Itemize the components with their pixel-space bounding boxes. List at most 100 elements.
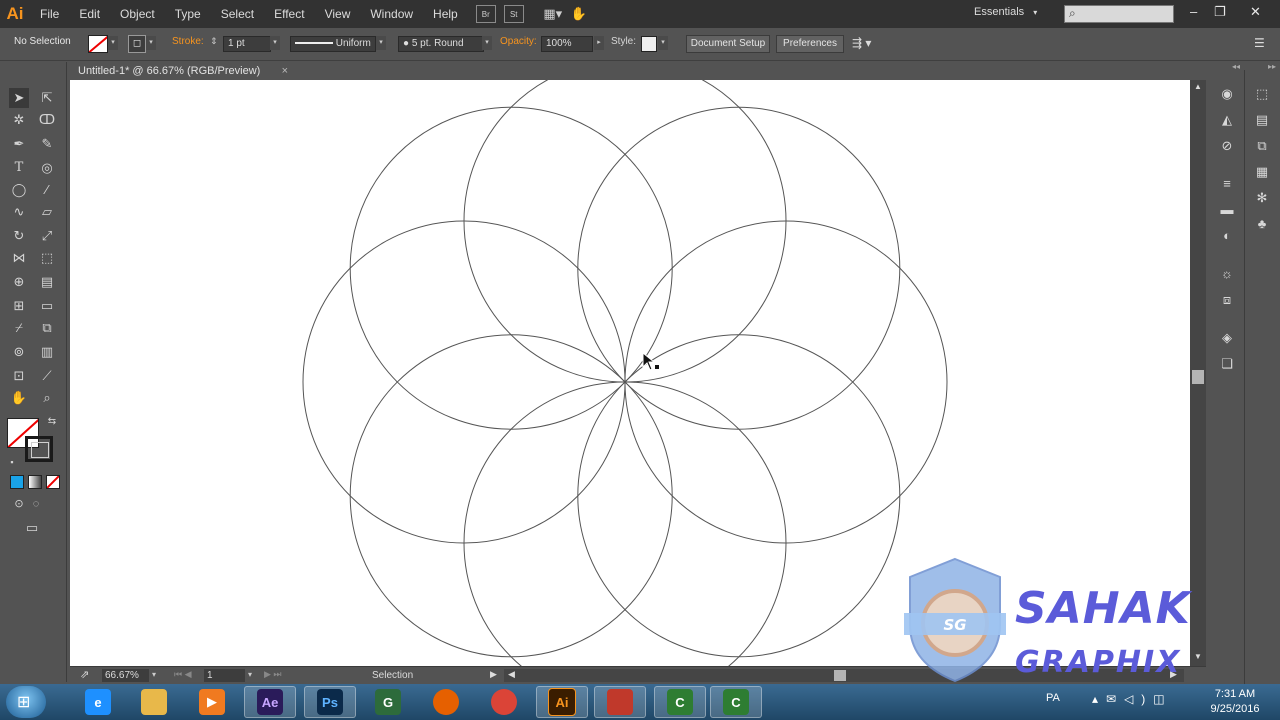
brush-dropdown[interactable]: ▾ xyxy=(482,36,492,50)
gradient-mode-button[interactable] xyxy=(28,475,42,489)
gradient-panel-icon[interactable]: ▬ xyxy=(1217,200,1237,220)
zoom-dropdown-icon[interactable]: ▾ xyxy=(152,670,156,679)
mesh-tool-icon[interactable]: ⊞ xyxy=(9,296,29,316)
start-button[interactable]: ⊞ xyxy=(6,686,46,718)
gradient-tool-icon[interactable]: ▭ xyxy=(37,296,57,316)
stroke-weight-dropdown[interactable]: ▾ xyxy=(270,36,280,50)
taskbar-file-explorer[interactable] xyxy=(128,686,180,718)
taskbar-illustrator[interactable]: Ai xyxy=(536,686,588,718)
arrange-documents-icon[interactable]: ▦▾ xyxy=(543,6,562,22)
spiral-tool-icon[interactable]: ◎ xyxy=(37,158,57,178)
taskbar-media-player[interactable]: ▶ xyxy=(186,686,238,718)
taskbar-camtasia-studio-1[interactable]: C xyxy=(654,686,706,718)
export-icon[interactable]: ⇗ xyxy=(80,668,89,681)
panel-menu-icon[interactable]: ☰ xyxy=(1254,36,1265,52)
artboard-dropdown-icon[interactable]: ▾ xyxy=(248,670,252,679)
screen-mode-icon[interactable]: ▭ xyxy=(22,518,42,538)
pen-tool-icon[interactable]: ✒ xyxy=(9,134,29,154)
layers-panel-icon[interactable]: ◈ xyxy=(1217,328,1237,348)
color-panel-icon[interactable]: ◉ xyxy=(1217,84,1237,104)
status-menu-arrow-icon[interactable]: ▶ xyxy=(490,669,497,680)
last-artboard-icon[interactable]: ▶ ⏭ xyxy=(264,669,282,680)
color-guide-icon[interactable]: ◭ xyxy=(1217,110,1237,130)
taskbar-chrome[interactable] xyxy=(478,686,530,718)
scale-tool-icon[interactable]: ⤢ xyxy=(37,226,57,246)
opacity-label[interactable]: Opacity: xyxy=(500,36,537,52)
fill-swatch[interactable] xyxy=(88,35,108,53)
menu-window[interactable]: Window xyxy=(360,7,423,21)
first-artboard-icon[interactable]: ⏮ ◀ xyxy=(174,669,192,680)
taskbar-internet-explorer[interactable]: e xyxy=(72,686,124,718)
brush-definition[interactable]: ● 5 pt. Round xyxy=(398,36,484,52)
stroke-weight-field[interactable]: 1 pt xyxy=(223,36,271,52)
circle-rosette-artwork[interactable] xyxy=(70,80,1190,666)
column-graph-tool-icon[interactable]: ▥ xyxy=(37,342,57,362)
ellipse-tool-icon[interactable]: ◯ xyxy=(9,180,29,200)
taskbar-camtasia-studio-2[interactable]: C xyxy=(710,686,762,718)
menu-object[interactable]: Object xyxy=(110,7,165,21)
curvature-tool-icon[interactable]: ✎ xyxy=(37,134,57,154)
stroke-swatch[interactable]: ◻ xyxy=(128,35,146,53)
style-dropdown[interactable]: ▾ xyxy=(658,36,668,50)
document-tab[interactable]: Untitled-1* @ 66.67% (RGB/Preview) × xyxy=(70,62,296,82)
slice-tool-icon[interactable]: ⟋ xyxy=(37,366,57,386)
graphic-styles-icon[interactable]: ⧈ xyxy=(1217,290,1237,310)
eyedropper-tool-icon[interactable]: ⌿ xyxy=(9,318,29,338)
artboard-canvas[interactable] xyxy=(70,80,1190,666)
live-paint-tool-icon[interactable]: ▤ xyxy=(37,272,57,292)
rosette-circle-5[interactable] xyxy=(302,220,626,544)
transparency-panel-icon[interactable]: ◐ xyxy=(1217,226,1237,246)
default-colors-icon[interactable]: ▪ xyxy=(2,452,22,472)
pathfinder-panel-icon[interactable]: ⧉ xyxy=(1252,136,1272,156)
close-document-icon[interactable]: × xyxy=(282,62,288,80)
shaper-tool-icon[interactable]: ∿ xyxy=(9,202,29,222)
collapse-dock-icon[interactable]: ▸▸ xyxy=(1268,62,1276,71)
horizontal-scroll-thumb[interactable] xyxy=(834,670,846,681)
selection-tool-icon[interactable]: ➤ xyxy=(9,88,29,108)
blend-tool-icon[interactable]: ⧉ xyxy=(37,318,57,338)
stroke-color-box[interactable] xyxy=(25,436,53,462)
help-search-input[interactable]: ⌕ xyxy=(1064,5,1174,23)
draw-behind-icon[interactable]: ◌ xyxy=(26,494,46,514)
variable-width-profile[interactable]: Uniform xyxy=(290,36,376,52)
menu-file[interactable]: File xyxy=(30,7,69,21)
graphic-style-swatch[interactable] xyxy=(641,36,657,52)
taskbar-cleaner-tool[interactable] xyxy=(594,686,646,718)
scroll-up-icon[interactable]: ▲ xyxy=(1194,82,1202,91)
input-language[interactable]: PA xyxy=(1046,692,1060,704)
taskbar-after-effects[interactable]: Ae xyxy=(244,686,296,718)
preferences-button[interactable]: Preferences xyxy=(776,35,844,53)
gpu-performance-icon[interactable]: ✋ xyxy=(570,6,588,22)
vertical-scroll-thumb[interactable] xyxy=(1192,370,1204,384)
arrange-icon[interactable]: ⇶ ▾ xyxy=(852,36,871,52)
vertical-scrollbar[interactable]: ▲ ▼ xyxy=(1190,80,1206,666)
swap-fill-stroke-icon[interactable]: ⇆ xyxy=(42,412,62,432)
close-window-button[interactable]: ✕ xyxy=(1250,4,1261,20)
image-trace-icon[interactable]: ⊘ xyxy=(1217,136,1237,156)
brushes-panel-icon[interactable]: ✻ xyxy=(1252,188,1272,208)
menu-select[interactable]: Select xyxy=(211,7,264,21)
hand-tool-icon[interactable]: ✋ xyxy=(9,388,29,408)
menu-view[interactable]: View xyxy=(315,7,361,21)
artboards-panel-icon[interactable]: ❏ xyxy=(1217,354,1237,374)
document-setup-button[interactable]: Document Setup xyxy=(686,35,770,53)
stroke-stepper-icon[interactable]: ⇕ xyxy=(210,36,218,52)
stroke-label[interactable]: Stroke: xyxy=(172,36,204,52)
stock-button[interactable]: St xyxy=(503,5,524,23)
symbol-sprayer-tool-icon[interactable]: ⊚ xyxy=(9,342,29,362)
paintbrush-tool-icon[interactable]: ⁄ xyxy=(37,180,57,200)
zoom-tool-icon[interactable]: ⌕ xyxy=(37,388,57,408)
align-panel-icon[interactable]: ▤ xyxy=(1252,110,1272,130)
menu-help[interactable]: Help xyxy=(423,7,468,21)
scroll-right-icon[interactable]: ▶ xyxy=(1170,669,1177,680)
magic-wand-tool-icon[interactable]: ✲ xyxy=(9,110,29,130)
system-tray-icons[interactable]: ▴✉◁)◫ xyxy=(1092,692,1173,706)
none-mode-button[interactable] xyxy=(46,475,60,489)
menu-effect[interactable]: Effect xyxy=(264,7,314,21)
width-tool-icon[interactable]: ⋈ xyxy=(9,248,29,268)
bridge-button[interactable]: Br xyxy=(475,5,496,23)
rotate-tool-icon[interactable]: ↻ xyxy=(9,226,29,246)
fill-dropdown[interactable]: ▾ xyxy=(108,36,118,50)
minimize-button[interactable]: – xyxy=(1190,4,1197,19)
color-mode-button[interactable] xyxy=(10,475,24,489)
